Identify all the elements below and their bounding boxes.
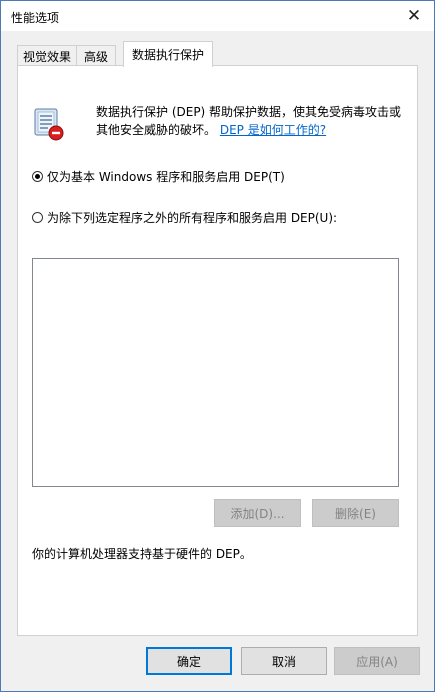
tab-advanced[interactable]: 高级 <box>76 45 116 66</box>
cancel-button[interactable]: 取消 <box>241 647 327 675</box>
add-program-button[interactable]: 添加(D)... <box>214 499 301 527</box>
ok-button[interactable]: 确定 <box>146 647 232 675</box>
excluded-programs-list[interactable] <box>32 258 399 487</box>
close-button[interactable]: ✕ <box>394 1 434 31</box>
tab-strip: 视觉效果 高级 数据执行保护 <box>17 41 417 67</box>
title-bar[interactable]: 性能选项 ✕ <box>1 1 434 31</box>
radio-essential-label: 仅为基本 Windows 程序和服务启用 DEP(T) <box>47 170 285 184</box>
dep-description-block: 数据执行保护 (DEP) 帮助保护数据，使其免受病毒攻击或其他安全威胁的破坏。 … <box>96 103 406 139</box>
performance-options-window: 性能选项 ✕ 视觉效果 高级 数据执行保护 数据执行保护 (DEP) 帮助保护数… <box>0 0 435 692</box>
dep-tab-panel: 数据执行保护 (DEP) 帮助保护数据，使其免受病毒攻击或其他安全威胁的破坏。 … <box>17 65 418 636</box>
dep-shield-icon <box>32 106 66 142</box>
radio-all-except-indicator[interactable] <box>32 212 43 223</box>
window-title: 性能选项 <box>11 11 60 25</box>
radio-essential-indicator[interactable] <box>32 171 43 182</box>
hardware-dep-support-text: 你的计算机处理器支持基于硬件的 DEP。 <box>32 547 252 561</box>
radio-essential-only[interactable]: 仅为基本 Windows 程序和服务启用 DEP(T) <box>32 168 285 185</box>
tab-dep[interactable]: 数据执行保护 <box>123 41 213 67</box>
radio-all-except[interactable]: 为除下列选定程序之外的所有程序和服务启用 DEP(U): <box>32 209 337 226</box>
radio-all-except-label: 为除下列选定程序之外的所有程序和服务启用 DEP(U): <box>47 211 338 225</box>
tab-visual-effects[interactable]: 视觉效果 <box>17 45 77 66</box>
close-icon: ✕ <box>406 6 422 26</box>
apply-button[interactable]: 应用(A) <box>334 647 420 675</box>
dep-help-link[interactable]: DEP 是如何工作的? <box>220 123 326 137</box>
remove-program-button[interactable]: 删除(E) <box>312 499 399 527</box>
